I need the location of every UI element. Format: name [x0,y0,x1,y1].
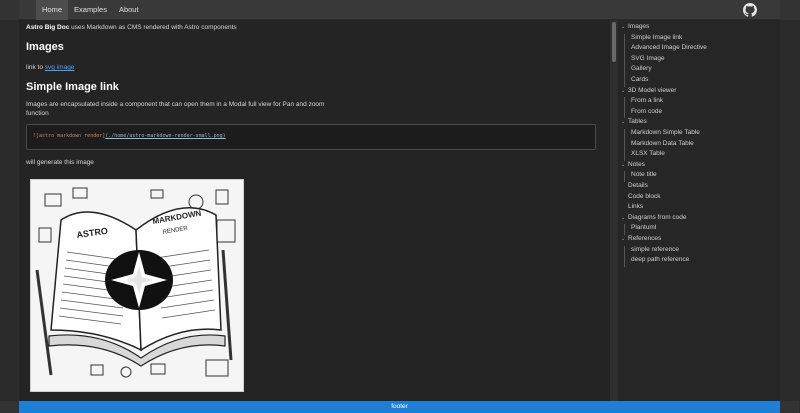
toc-item[interactable]: Images [628,23,649,30]
toc-indent-guide [624,245,625,267]
toc-item[interactable]: Simple Image link [631,34,682,41]
nav-examples[interactable]: Examples [68,0,113,20]
chevron-down-icon[interactable]: ⌄ [621,162,625,168]
toc-item[interactable]: Details [628,182,648,189]
toc-item[interactable]: Links [628,203,643,210]
section-heading-images: Images [26,41,64,53]
code-path: (./home/astro-markdown-render-small.png) [105,133,226,139]
main-content: Astro Big Doc uses Markdown as CMS rende… [19,20,610,401]
toc-item[interactable]: Note title [631,171,657,178]
link-prefix: link to [26,64,45,71]
intro-brand: Astro Big Doc [26,24,70,31]
toc-item[interactable]: Advanced Image Directive [631,44,707,51]
subheading-simple-image-link: Simple Image link [26,81,119,93]
chevron-down-icon[interactable]: ⌄ [621,119,625,125]
top-bar: Home Examples About [0,0,800,20]
toc-item[interactable]: SVG Image [631,55,665,62]
toc-indent-guide [624,224,625,235]
toc-item[interactable]: Gallery [631,65,652,72]
toc-indent-guide [624,171,625,182]
toc-indent-guide [624,33,625,87]
chevron-down-icon[interactable]: ⌄ [621,215,625,221]
toc-item[interactable]: 3D Model viewer [628,87,676,94]
content-scrollbar[interactable] [610,20,618,401]
svg-image-link[interactable]: svg image [45,64,75,71]
toc-item[interactable]: Tables [628,118,647,125]
link-line: link to svg image [26,64,74,71]
description-paragraph: Images are encapsulated inside a compone… [26,101,325,117]
chevron-down-icon[interactable]: ⌄ [621,24,625,30]
nav-about[interactable]: About [113,0,145,20]
toc-indent-guide [624,97,625,119]
toc-item[interactable]: Code block [628,193,661,200]
scrollbar-thumb[interactable] [612,22,616,62]
intro-description: uses Markdown as CMS rendered with Astro… [69,24,237,31]
chevron-down-icon[interactable]: ⌄ [621,88,625,94]
toc-item[interactable]: Plantuml [631,224,656,231]
result-text: will generate this image [26,159,94,166]
toc-item[interactable]: Markdown Data Table [631,140,694,147]
nav-home[interactable]: Home [36,0,69,20]
toc-item[interactable]: From a link [631,97,663,104]
intro-text: Astro Big Doc uses Markdown as CMS rende… [26,24,598,32]
github-icon[interactable] [743,3,757,17]
main-nav: Home Examples About [36,0,145,20]
code-block[interactable]: ![astro markdown render](./home/astro-ma… [26,124,596,150]
chevron-down-icon[interactable]: ⌄ [621,236,625,242]
toc-item[interactable]: Notes [628,161,645,168]
book-illustration: ASTRO MARKDOWN RENDER [31,180,243,391]
astro-markdown-render-image[interactable]: ASTRO MARKDOWN RENDER [30,179,244,392]
toc-item[interactable]: Diagrams from code [628,214,687,221]
toc-item[interactable]: Markdown Simple Table [631,129,700,136]
toc-indent-guide [624,129,625,161]
toc-item[interactable]: Cards [631,76,648,83]
toc-item[interactable]: References [628,235,661,242]
code-alt-text: ![astro markdown render] [33,133,106,139]
table-of-contents: Images ⌄ Simple Image link Advanced Image D… [618,20,780,401]
toc-item[interactable]: simple reference [631,246,679,253]
footer-right-gutter [780,401,799,413]
toc-item[interactable]: From code [631,108,662,115]
footer: footer [19,401,780,413]
toc-item[interactable]: deep path reference [631,256,689,263]
footer-left-gutter [0,401,19,413]
toc-item[interactable]: XLSX Table [631,150,665,157]
